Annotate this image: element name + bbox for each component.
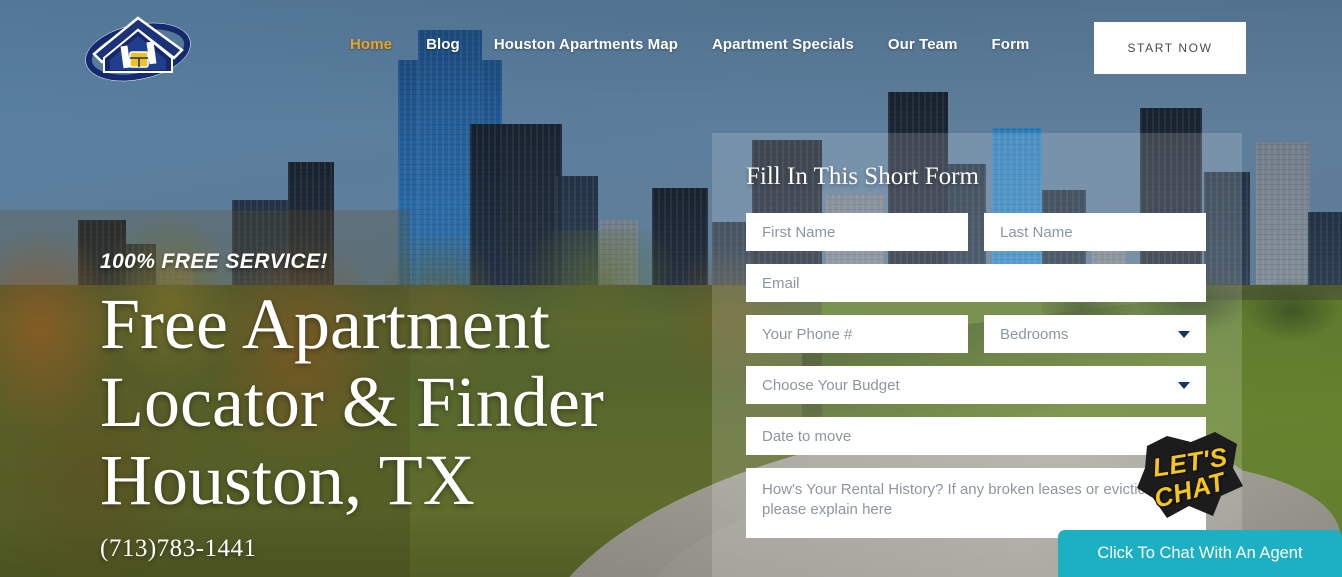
phone-input[interactable] — [746, 315, 968, 353]
hero-eyebrow: 100% FREE SERVICE! — [100, 250, 328, 273]
form-row-budget: Choose Your Budget — [746, 366, 1208, 404]
lets-chat-badge[interactable]: LET'S CHAT — [1133, 430, 1251, 522]
hero-copy: 100% FREE SERVICE! Free Apartment Locato… — [100, 250, 720, 563]
chevron-down-icon — [1178, 382, 1190, 389]
chat-with-agent-button[interactable]: Click To Chat With An Agent — [1058, 530, 1342, 577]
hero-phone-number[interactable]: (713)783-1441 — [100, 535, 720, 563]
form-row-name — [746, 213, 1208, 251]
nav-item-form[interactable]: Form — [992, 36, 1030, 53]
house-swoosh-logo-icon — [85, 16, 191, 82]
form-row-email — [746, 264, 1208, 302]
nav-item-blog[interactable]: Blog — [426, 36, 460, 53]
start-now-button[interactable]: START NOW — [1094, 22, 1246, 74]
chevron-down-icon — [1178, 331, 1190, 338]
bedrooms-select-wrap: Bedrooms — [984, 315, 1206, 353]
hero-headline: Free Apartment Locator & Finder Houston,… — [100, 284, 604, 520]
site-logo[interactable] — [82, 10, 194, 84]
budget-select[interactable]: Choose Your Budget — [746, 366, 1206, 404]
site-header: Home Blog Houston Apartments Map Apartme… — [0, 0, 1342, 96]
main-navigation: Home Blog Houston Apartments Map Apartme… — [350, 36, 1029, 53]
bedrooms-select[interactable]: Bedrooms — [984, 315, 1206, 353]
email-input[interactable] — [746, 264, 1206, 302]
form-row-phone-bedrooms: Bedrooms — [746, 315, 1208, 353]
lets-chat-text: LET'S CHAT — [1129, 424, 1256, 528]
hero-section: Home Blog Houston Apartments Map Apartme… — [0, 0, 1342, 577]
first-name-input[interactable] — [746, 213, 968, 251]
budget-select-wrap: Choose Your Budget — [746, 366, 1206, 404]
nav-item-our-team[interactable]: Our Team — [888, 36, 958, 53]
nav-item-home[interactable]: Home — [350, 36, 392, 53]
nav-item-apartment-specials[interactable]: Apartment Specials — [712, 36, 854, 53]
nav-item-apartments-map[interactable]: Houston Apartments Map — [494, 36, 678, 53]
form-title: Fill In This Short Form — [746, 163, 979, 190]
last-name-input[interactable] — [984, 213, 1206, 251]
